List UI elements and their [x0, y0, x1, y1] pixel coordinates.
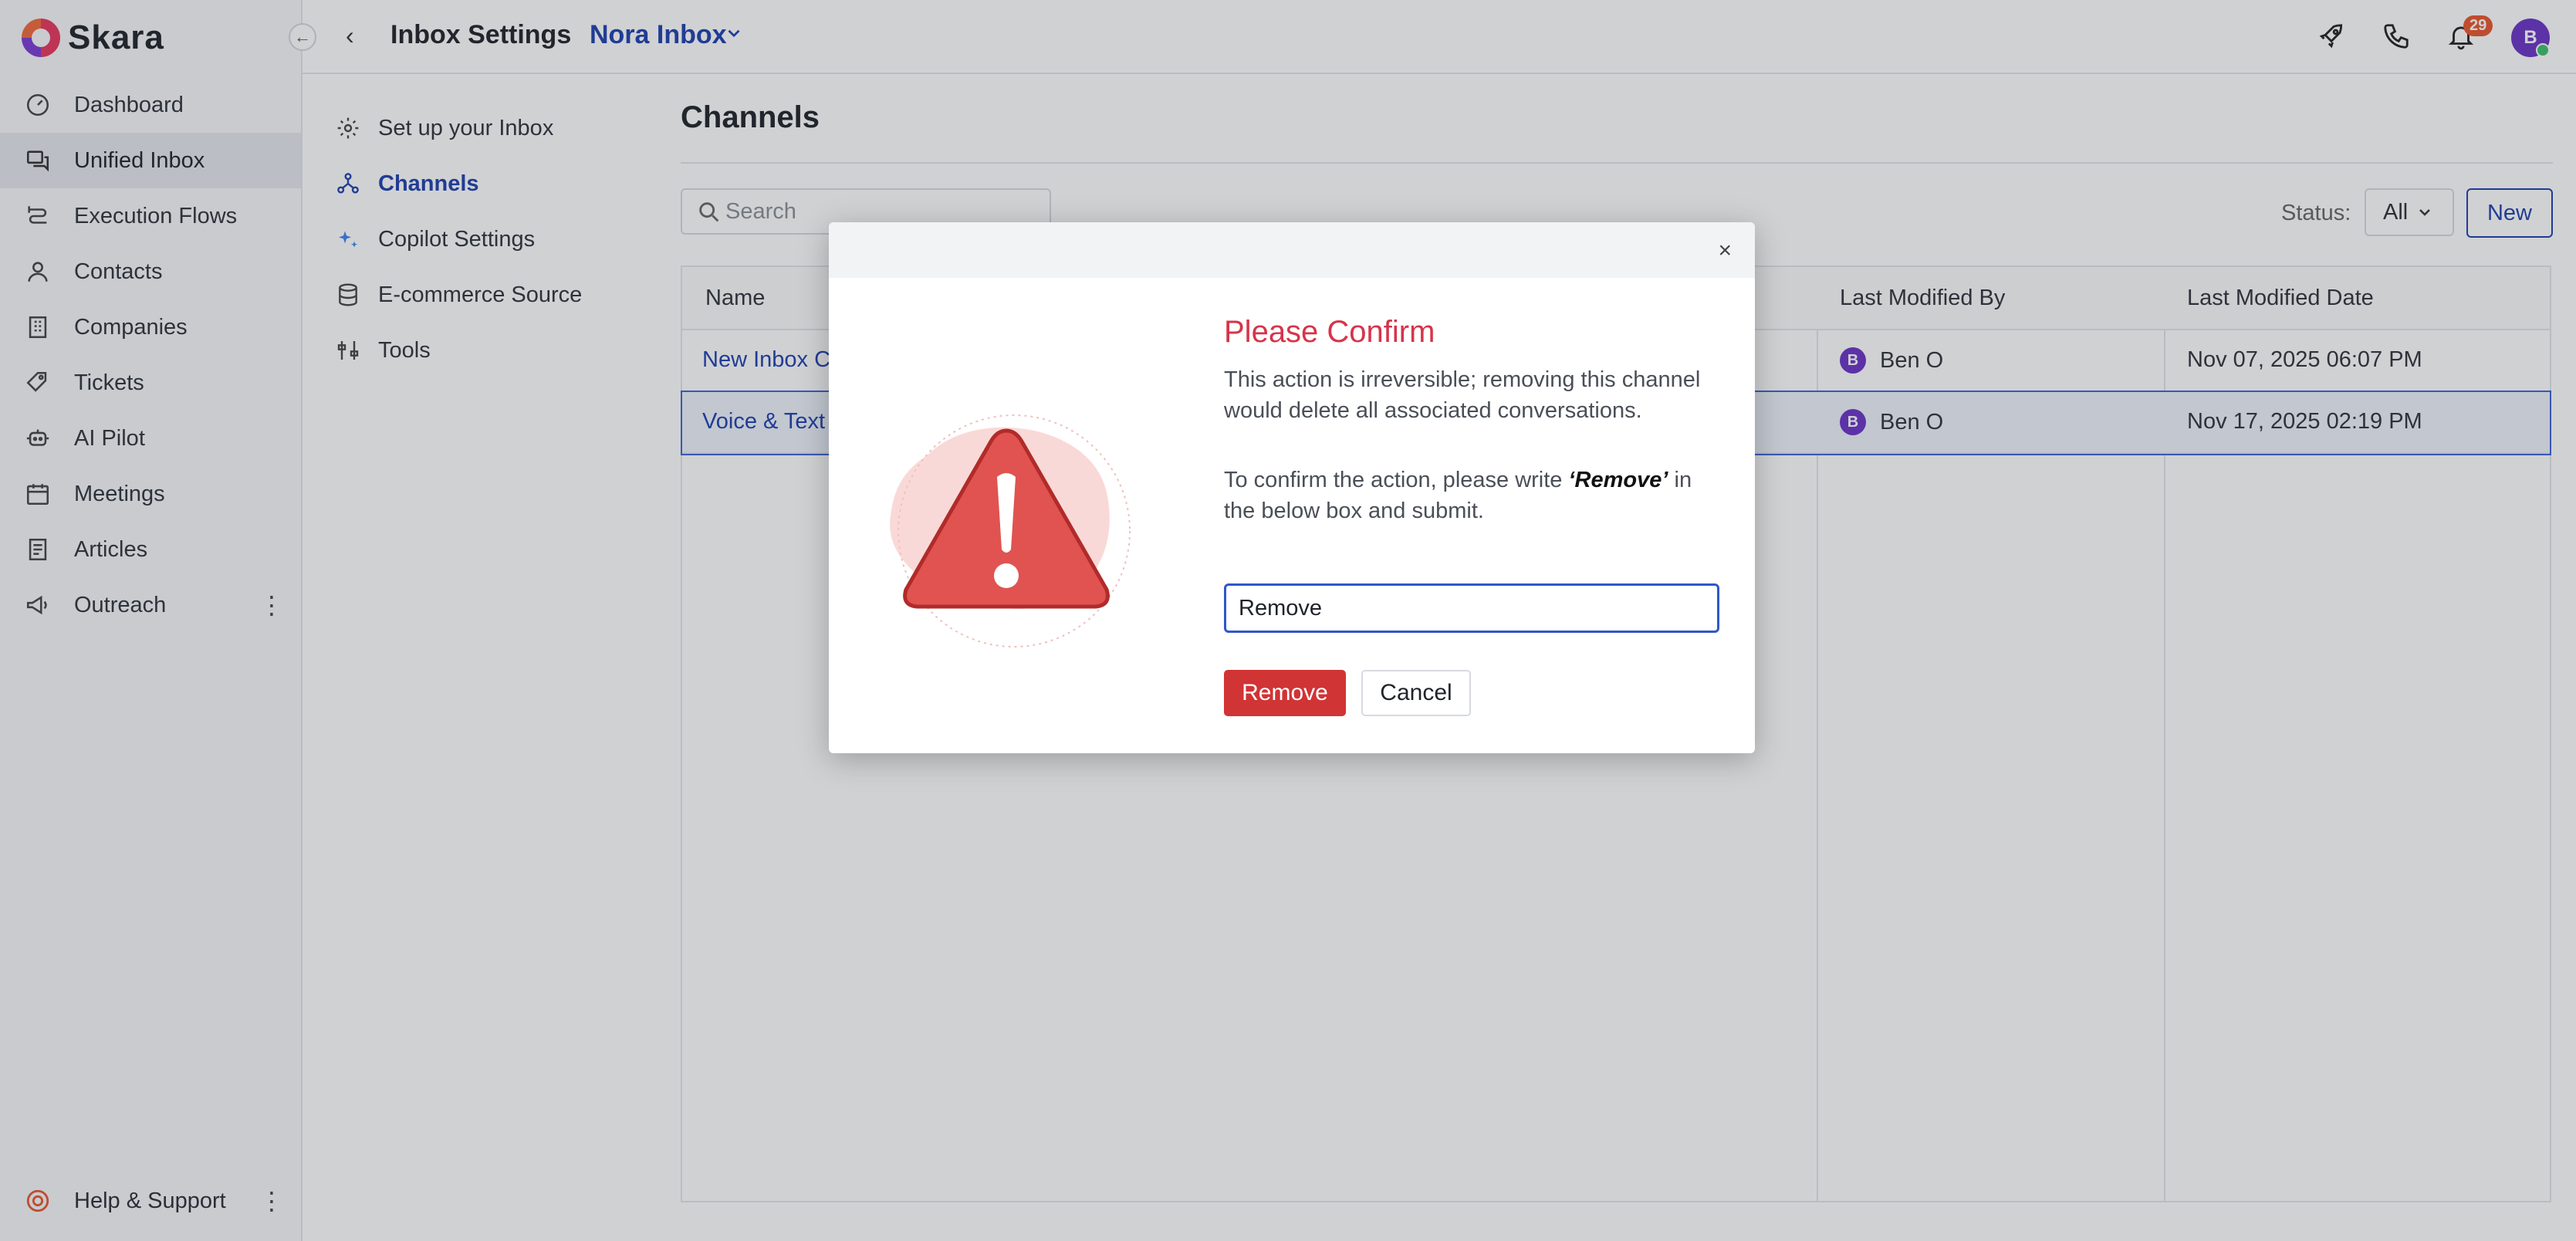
dialog-header: ×	[829, 222, 1755, 278]
instruction-text: To confirm the action, please write	[1224, 468, 1569, 492]
dialog-message: This action is irreversible; removing th…	[1224, 367, 1701, 423]
remove-button[interactable]: Remove	[1224, 670, 1346, 716]
confirm-remove-dialog: × Please Confirm This action is irrevers…	[829, 222, 1755, 753]
confirm-text-input[interactable]	[1224, 583, 1719, 633]
dialog-title: Please Confirm	[1224, 315, 1435, 349]
cancel-button[interactable]: Cancel	[1361, 670, 1471, 716]
dialog-instruction: To confirm the action, please write ‘Rem…	[1224, 465, 1718, 526]
instruction-keyword: ‘Remove’	[1568, 468, 1668, 492]
close-icon[interactable]: ×	[1718, 238, 1732, 264]
warning-triangle-icon	[890, 414, 1131, 648]
